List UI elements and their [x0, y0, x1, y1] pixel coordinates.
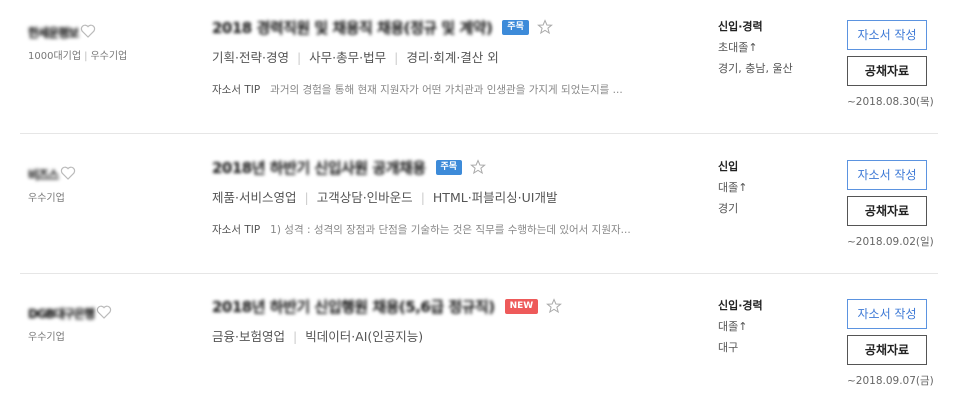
category-link[interactable]: 금융·보험영업	[212, 329, 285, 344]
job-row: DGB대구은행 우수기업 2018년 하반기 신입행원 채용(5,6급 정규직)…	[20, 295, 938, 410]
job-actions: 자소서 작성 공채자료 ~2018.08.30(목)	[847, 20, 934, 109]
company-meta: 우수기업	[28, 332, 65, 343]
job-main: 2018 경력직원 및 채용직 채용(정규 및 계약) 주목 기획·전략·경영 |…	[212, 16, 692, 97]
write-resume-button[interactable]: 자소서 작성	[847, 160, 927, 190]
job-main: 2018년 하반기 신입사원 공개채용 주목 제품·서비스영업 | 고객상담·인바운…	[212, 156, 692, 237]
focus-badge: 주목	[502, 19, 529, 35]
job-categories: 금융·보험영업 | 빅데이터·AI(인공지능)	[212, 329, 424, 344]
tip-label: 자소서 TIP	[212, 224, 261, 236]
write-resume-button[interactable]: 자소서 작성	[847, 299, 927, 329]
focus-badge: 주목	[435, 159, 463, 175]
job-actions: 자소서 작성 공채자료 ~2018.09.02(일)	[847, 160, 934, 249]
job-conditions: 신입·경력 초대졸↑ 경기, 충남, 울산	[718, 20, 828, 76]
education-level: 대졸↑	[718, 320, 748, 333]
career-level: 신입·경력	[718, 20, 763, 33]
work-location: 경기, 충남, 울산	[718, 62, 793, 75]
resume-tip: 자소서 TIP 과거의 경험을 통해 현재 지원자가 어떤 가치관과 인생관을 가…	[212, 82, 692, 97]
career-level: 신입·경력	[718, 299, 763, 312]
tip-text[interactable]: 1) 성격 : 성격의 장점과 단점을 기술하는 것은 직무를 수행하는데 있어…	[270, 222, 631, 237]
job-list: 한세운평보 1000대기업 | 우수기업 2018 경력직원 및 채용직 채용(정규…	[0, 0, 962, 410]
education-level: 대졸↑	[718, 181, 748, 194]
category-link[interactable]: 기획·전략·경영	[212, 50, 289, 65]
job-title-link[interactable]: 2018 경력직원 및 채용직 채용(정규 및 계약)	[212, 17, 493, 38]
category-link[interactable]: 고객상담·인바운드	[317, 190, 413, 205]
work-location: 경기	[718, 202, 739, 215]
company-meta: 1000대기업 | 우수기업	[28, 51, 128, 62]
heart-icon[interactable]	[60, 165, 76, 181]
company-info: 비즈스 우수기업	[28, 162, 188, 204]
job-main: 2018년 하반기 신입행원 채용(5,6급 정규직) NEW 금융·보험영업 |…	[212, 295, 692, 345]
category-link[interactable]: HTML·퍼블리싱·UI개발	[433, 190, 558, 205]
company-meta: 우수기업	[28, 193, 65, 204]
write-resume-button[interactable]: 자소서 작성	[847, 20, 927, 50]
star-icon[interactable]	[546, 298, 563, 314]
company-name[interactable]: DGB대구은행	[28, 305, 95, 321]
new-badge: NEW	[504, 298, 539, 314]
category-link[interactable]: 경리·회계·결산 외	[406, 50, 498, 65]
deadline: ~2018.09.02(일)	[847, 236, 934, 248]
company-info: 한세운평보 1000대기업 | 우수기업	[28, 20, 188, 62]
job-actions: 자소서 작성 공채자료 ~2018.09.07(금)	[847, 299, 934, 388]
tip-label: 자소서 TIP	[212, 84, 261, 96]
recruit-info-button[interactable]: 공채자료	[847, 56, 927, 86]
category-link[interactable]: 빅데이터·AI(인공지능)	[305, 329, 423, 344]
education-level: 초대졸↑	[718, 41, 758, 54]
job-row: 비즈스 우수기업 2018년 하반기 신입사원 공개채용 주목 제품·서비스영업…	[20, 156, 938, 274]
star-icon[interactable]	[536, 19, 553, 35]
company-name[interactable]: 한세운평보	[28, 24, 79, 40]
company-name[interactable]: 비즈스	[28, 166, 59, 182]
job-title-link[interactable]: 2018년 하반기 신입행원 채용(5,6급 정규직)	[212, 296, 495, 317]
job-row: 한세운평보 1000대기업 | 우수기업 2018 경력직원 및 채용직 채용(정규…	[20, 16, 938, 134]
job-conditions: 신입 대졸↑ 경기	[718, 160, 828, 216]
job-categories: 제품·서비스영업 | 고객상담·인바운드 | HTML·퍼블리싱·UI개발	[212, 190, 558, 205]
career-level: 신입	[718, 160, 739, 173]
recruit-info-button[interactable]: 공채자료	[847, 335, 927, 365]
category-link[interactable]: 사무·총무·법무	[309, 50, 386, 65]
resume-tip: 자소서 TIP 1) 성격 : 성격의 장점과 단점을 기술하는 것은 직무를 수…	[212, 222, 692, 237]
star-icon[interactable]	[470, 159, 487, 175]
heart-icon[interactable]	[80, 23, 96, 39]
tip-text[interactable]: 과거의 경험을 통해 현재 지원자가 어떤 가치관과 인생관을 가지게 되었는지…	[270, 82, 623, 97]
company-info: DGB대구은행 우수기업	[28, 301, 188, 343]
job-title-link[interactable]: 2018년 하반기 신입사원 공개채용	[212, 157, 426, 178]
deadline: ~2018.08.30(목)	[847, 96, 934, 108]
heart-icon[interactable]	[96, 304, 112, 320]
category-link[interactable]: 제품·서비스영업	[212, 190, 296, 205]
work-location: 대구	[718, 341, 739, 354]
recruit-info-button[interactable]: 공채자료	[847, 196, 927, 226]
job-conditions: 신입·경력 대졸↑ 대구	[718, 299, 828, 355]
deadline: ~2018.09.07(금)	[847, 375, 934, 387]
job-categories: 기획·전략·경영 | 사무·총무·법무 | 경리·회계·결산 외	[212, 50, 499, 65]
